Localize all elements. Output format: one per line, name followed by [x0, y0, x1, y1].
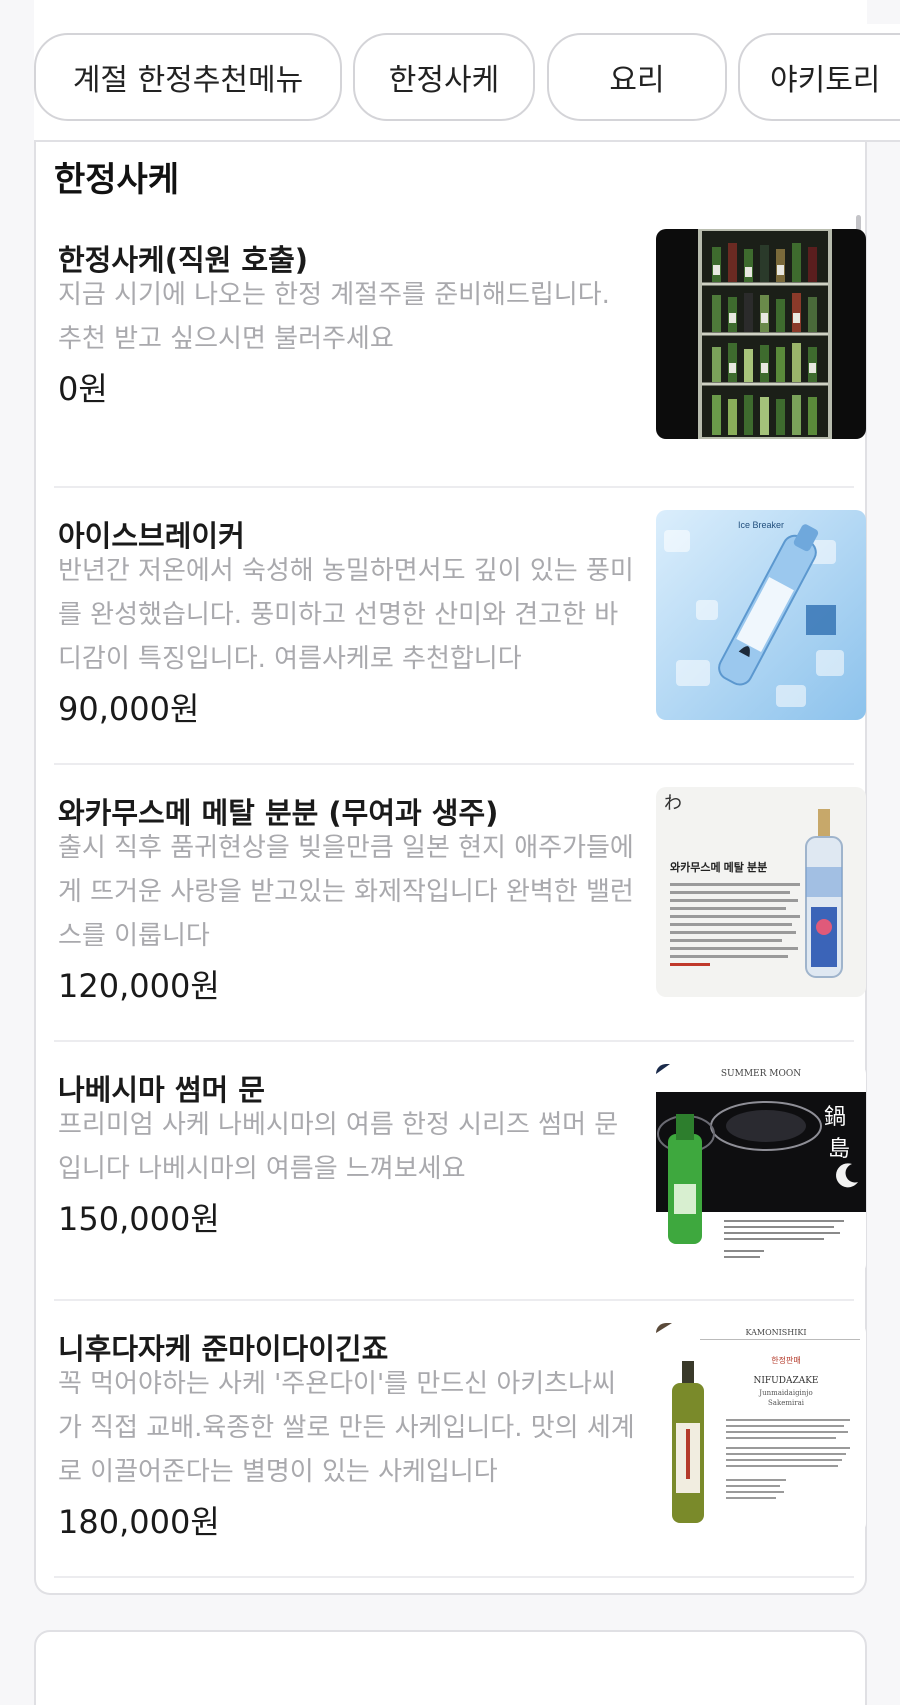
svg-text:わ: わ	[664, 793, 682, 814]
nifudazake-label: NIFUDAZAKE	[753, 1376, 818, 1386]
category-tabs: 계절 한정추천메뉴 한정사케 요리 야키토리	[34, 24, 900, 142]
item-image: Ice Breaker	[656, 510, 866, 720]
menu-item[interactable]: 와카무스메 메탈 분분 (무여과 생주) 출시 직후 품귀현상을 빚을만큼 일본…	[54, 765, 866, 1042]
section-title: 한정사케	[54, 160, 180, 200]
item-image	[656, 229, 866, 439]
icebreaker-image: Ice Breaker	[656, 510, 866, 720]
menu-section-card: 한정사케 한정사케(직원 호출) 지금 시기에 나오는 한정 계절주를 준비해드…	[34, 142, 867, 1595]
svg-text:島: 島	[828, 1137, 850, 1162]
tab-limited-sake[interactable]: 한정사케	[353, 33, 535, 121]
icebreaker-label: Ice Breaker	[738, 520, 784, 530]
menu-item[interactable]: 니후다자케 준마이다이긴죠 꼭 먹어야하는 사케 '주욘다이'를 만드신 아키츠…	[54, 1301, 866, 1578]
nabeshima-label: SUMMER MOON	[721, 1069, 801, 1079]
item-image: KAMONISHIKI 한정판매 NIFUDAZAKE Junmaidaigin…	[656, 1323, 866, 1533]
tab-seasonal-menu[interactable]: 계절 한정추천메뉴	[34, 33, 342, 121]
kamonishiki-label: KAMONISHIKI	[745, 1328, 806, 1337]
item-price: 120,000원	[58, 967, 220, 1005]
item-description: 출시 직후 품귀현상을 빚을만큼 일본 현지 애주가들에게 뜨거운 사랑을 받고…	[58, 833, 634, 951]
item-description: 꼭 먹어야하는 사케 '주욘다이'를 만드신 아키츠나씨가 직접 교배.육종한 …	[58, 1369, 635, 1487]
sakemirai-label: Sakemirai	[768, 1399, 805, 1407]
item-price: 90,000원	[58, 690, 200, 728]
item-image: SUMMER MOON 鍋 島	[656, 1064, 866, 1274]
svg-text:한정판매: 한정판매	[771, 1355, 800, 1365]
item-description: 반년간 저온에서 숙성해 농밀하면서도 깊이 있는 풍미를 완성했습니다. 풍미…	[58, 556, 634, 674]
item-description: 지금 시기에 나오는 한정 계절주를 준비해드립니다. 추천 받고 싶으시면 불…	[58, 280, 610, 354]
tab-dishes[interactable]: 요리	[547, 33, 727, 121]
menu-item[interactable]: 나베시마 썸머 문 프리미엄 사케 나베시마의 여름 한정 시리즈 썸머 문입니…	[54, 1042, 866, 1301]
next-section-card	[34, 1630, 867, 1705]
menu-item[interactable]: 아이스브레이커 반년간 저온에서 숙성해 농밀하면서도 깊이 있는 풍미를 완성…	[54, 488, 866, 765]
wakamusume-label: 와카무스메 메탈 분분	[670, 860, 767, 874]
item-description: 프리미엄 사케 나베시마의 여름 한정 시리즈 썸머 문입니다 나베시마의 여름…	[58, 1110, 619, 1184]
junmaidaiginjo-label: Junmaidaiginjo	[758, 1389, 812, 1397]
sake-fridge-image	[656, 229, 866, 439]
item-price: 150,000원	[58, 1200, 220, 1238]
svg-text:鍋: 鍋	[824, 1105, 846, 1130]
item-price: 0원	[58, 370, 108, 408]
nabeshima-image: SUMMER MOON 鍋 島	[656, 1064, 866, 1274]
nifudazake-image: KAMONISHIKI 한정판매 NIFUDAZAKE Junmaidaigin…	[656, 1323, 866, 1533]
tab-yakitori[interactable]: 야키토리	[738, 33, 900, 121]
wakamusume-image: わ 와카무스메 메탈 분분	[656, 787, 866, 997]
top-strip	[34, 0, 867, 24]
item-price: 180,000원	[58, 1503, 220, 1541]
item-image: わ 와카무스메 메탈 분분	[656, 787, 866, 997]
menu-item[interactable]: 한정사케(직원 호출) 지금 시기에 나오는 한정 계절주를 준비해드립니다. …	[54, 229, 866, 488]
